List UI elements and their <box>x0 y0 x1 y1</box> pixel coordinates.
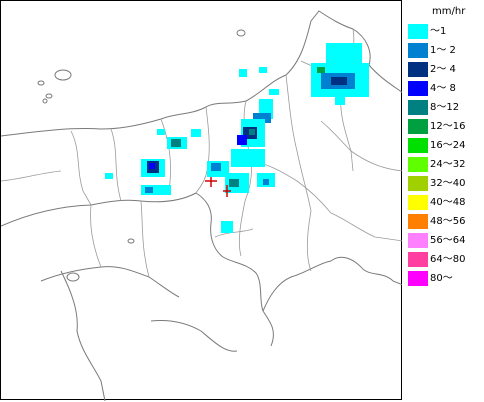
islands <box>37 29 246 282</box>
legend-label: 8～12 <box>430 102 460 113</box>
legend-item: 24～32 <box>408 157 484 172</box>
legend-swatch <box>408 195 428 210</box>
legend-item: 56～64 <box>408 233 484 248</box>
legend-swatch <box>408 119 428 134</box>
precipitation-cells <box>105 43 369 233</box>
rain-cell-west <box>105 129 201 195</box>
legend-swatch <box>408 100 428 115</box>
legend-swatch <box>408 252 428 267</box>
legend-label: 80～ <box>430 273 453 284</box>
legend-label: 2～ 4 <box>430 64 456 75</box>
legend-item: 64～80 <box>408 252 484 267</box>
legend-item: 1～ 2 <box>408 43 484 58</box>
map-canvas <box>1 10 403 401</box>
legend-label: 40～48 <box>430 197 466 208</box>
radar-map <box>0 0 403 401</box>
legend-swatch <box>408 43 428 58</box>
legend-label: 4～ 8 <box>430 83 456 94</box>
legend-swatch <box>408 214 428 229</box>
legend-swatch <box>408 233 428 248</box>
legend-item: 16～24 <box>408 138 484 153</box>
legend-swatch <box>408 24 428 39</box>
legend-swatch <box>408 157 428 172</box>
legend-swatch <box>408 271 428 286</box>
legend-item: 2～ 4 <box>408 62 484 77</box>
legend-label: 48～56 <box>430 216 466 227</box>
legend-swatch <box>408 138 428 153</box>
rain-cell-north-small <box>239 67 279 95</box>
legend-label: 64～80 <box>430 254 466 265</box>
legend-swatch <box>408 81 428 96</box>
legend-label: 56～64 <box>430 235 466 246</box>
legend-label: 12～16 <box>430 121 466 132</box>
legend-unit: mm/hr <box>432 6 466 17</box>
legend-item: 4～ 8 <box>408 81 484 96</box>
legend-item: 32～40 <box>408 176 484 191</box>
rain-cell-northeast <box>311 43 369 105</box>
rain-cell-central <box>231 99 273 167</box>
legend-label: 1～ 2 <box>430 45 456 56</box>
legend-swatch <box>408 176 428 191</box>
legend-label: ～1 <box>430 26 447 37</box>
legend-item: 48～56 <box>408 214 484 229</box>
precipitation-legend: mm/hr ～1 1～ 2 2～ 4 4～ 8 8～12 12～16 16～24 24～32 3… <box>402 0 484 402</box>
legend-label: 32～40 <box>430 178 466 189</box>
legend-item: 40～48 <box>408 195 484 210</box>
legend-item: ～1 <box>408 24 484 39</box>
legend-label: 16～24 <box>430 140 466 151</box>
legend-item: 12～16 <box>408 119 484 134</box>
legend-item: 80～ <box>408 271 484 286</box>
legend-item: 8～12 <box>408 100 484 115</box>
legend-swatch <box>408 62 428 77</box>
legend-label: 24～32 <box>430 159 466 170</box>
